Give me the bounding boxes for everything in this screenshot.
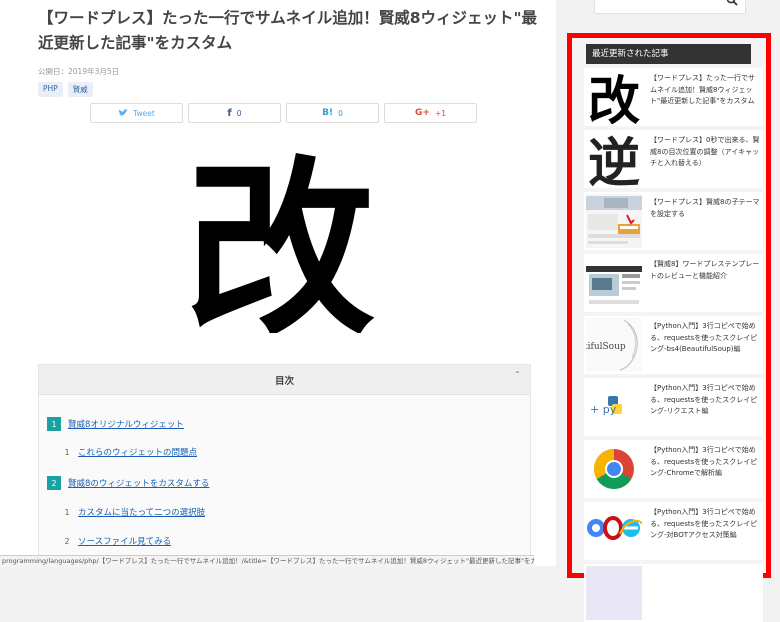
browser-status-bar: programming/languages/php/【ワードプレス】たった一行で…: [0, 555, 534, 567]
chrome-icon: [586, 442, 642, 496]
facebook-icon: f: [227, 107, 232, 119]
recent-post-item[interactable]: 改 【ワードプレス】たった一行でサムネイル追加！賢威8ウィジェット"最近更新した…: [584, 68, 763, 126]
post-thumbnail: [586, 442, 642, 496]
post-thumbnail: tifulSoup: [586, 318, 642, 372]
facebook-share-count: 0: [236, 108, 242, 118]
twitter-share-label: Tweet: [133, 108, 155, 118]
table-of-contents: 目次 ˆ 1 賢威8オリジナルウィジェット 1 これらのウィジェットの問題点 2…: [38, 364, 531, 566]
post-title-link[interactable]: 【ワードプレス】0秒で出来る、賢威8の目次位置の調整（アイキャッチと入れ替える）: [650, 135, 760, 170]
toc-item-number: 1: [64, 447, 70, 457]
tag-keni[interactable]: 賢威: [67, 82, 93, 97]
hero-image: 改: [185, 138, 375, 333]
toc-item-link[interactable]: 賢威8オリジナルウィジェット: [68, 418, 184, 430]
post-thumbnail: [586, 256, 642, 310]
hero-calligraphy-char: 改: [185, 138, 375, 333]
post-thumbnail: [586, 504, 642, 558]
beautifulsoup-thumbnail-icon: tifulSoup: [586, 318, 642, 372]
toc-item-link[interactable]: 賢威8のウィジェットをカスタムする: [68, 477, 209, 489]
thumbnail-text: tifulSoup: [586, 342, 626, 352]
recent-post-item[interactable]: tifulSoup 【Python入門】3行コピペで始める、requestsを使…: [584, 316, 763, 374]
recent-post-item[interactable]: + py 【Python入門】3行コピペで始める、requestsを使ったスクレ…: [584, 378, 763, 436]
toc-header: 目次 ˆ: [39, 365, 530, 395]
widget-title: 最近更新された記事: [586, 44, 751, 64]
toc-item-number: 2: [47, 476, 61, 490]
post-thumbnail: 改: [586, 70, 642, 124]
recent-post-item[interactable]: 【賢威8】ワードプレステンプレートのレビューと機能紹介: [584, 254, 763, 312]
recent-post-item[interactable]: 【ワードプレス】賢威8の子テーマを設定する: [584, 192, 763, 250]
post-title-link[interactable]: 【Python入門】3行コピペで始める、requestsを使ったスクレイピング-…: [650, 321, 760, 356]
post-thumbnail: [586, 194, 642, 248]
post-title-link[interactable]: 【Python入門】3行コピペで始める、requestsを使ったスクレイピング-…: [650, 445, 760, 480]
search-icon: [726, 0, 738, 6]
thumbnail-char: 改: [588, 71, 640, 124]
google-plus-share-label: +1: [434, 108, 446, 118]
post-title-link[interactable]: 【ワードプレス】賢威8の子テーマを設定する: [650, 197, 760, 220]
toc-subitem: 2 ソースファイル見てみる: [63, 535, 171, 548]
thumbnail-char: 逆: [588, 133, 640, 186]
main-content: 【ワードプレス】たった一行でサムネイル追加！賢威8ウィジェット"最近更新した記事…: [0, 0, 556, 566]
toc-item-link[interactable]: ソースファイル見てみる: [78, 535, 171, 547]
toc-subitem: 1 カスタムに当たって二つの選択肢: [63, 506, 205, 519]
google-plus-share-button[interactable]: G+ +1: [384, 103, 477, 123]
toc-item-number: 1: [64, 507, 70, 517]
screenshot-thumbnail-icon: [586, 256, 642, 310]
post-title-link[interactable]: 【ワードプレス】たった一行でサムネイル追加！賢威8ウィジェット"最近更新した記事…: [650, 73, 760, 108]
toc-item-number: 2: [64, 536, 70, 546]
python-thumbnail-icon: + py: [586, 380, 642, 434]
recent-post-item-partial[interactable]: [584, 564, 763, 622]
browser-logos-icon: [586, 504, 642, 558]
toc-item: 2 賢威8のウィジェットをカスタムする: [47, 476, 209, 490]
toc-title: 目次: [274, 375, 294, 387]
toc-subitem: 1 これらのウィジェットの問題点: [63, 446, 197, 459]
recent-posts-widget: 最近更新された記事 改 【ワードプレス】たった一行でサムネイル追加！賢威8ウィジ…: [567, 33, 771, 622]
search-input[interactable]: [594, 0, 746, 14]
toc-item-link[interactable]: カスタムに当たって二つの選択肢: [78, 506, 205, 518]
toc-collapse-toggle[interactable]: ˆ: [515, 371, 520, 382]
hatena-share-button[interactable]: B! 0: [286, 103, 379, 123]
toc-item: 1 賢威8オリジナルウィジェット: [47, 417, 184, 431]
screenshot-thumbnail-icon: [586, 194, 642, 248]
post-thumbnail: [586, 566, 642, 620]
recent-post-item[interactable]: 【Python入門】3行コピペで始める、requestsを使ったスクレイピング-…: [584, 502, 763, 560]
search-button[interactable]: [726, 0, 738, 9]
publish-date: 公開日：2019年3月5日: [38, 67, 120, 76]
tag-php[interactable]: PHP: [38, 82, 63, 97]
thumbnail-text: + py: [590, 403, 617, 416]
recent-post-item[interactable]: 【Python入門】3行コピペで始める、requestsを使ったスクレイピング-…: [584, 440, 763, 498]
hatena-share-count: 0: [338, 108, 343, 118]
tag-list: PHP 賢威: [38, 82, 93, 97]
toc-item-link[interactable]: これらのウィジェットの問題点: [78, 446, 197, 458]
toc-item-number: 1: [47, 417, 61, 431]
page-title: 【ワードプレス】たった一行でサムネイル追加！賢威8ウィジェット"最近更新した記事…: [38, 9, 538, 52]
post-title-link[interactable]: 【Python入門】3行コピペで始める、requestsを使ったスクレイピング-…: [650, 507, 760, 542]
facebook-share-button[interactable]: f 0: [188, 103, 281, 123]
post-title-link[interactable]: 【賢威8】ワードプレステンプレートのレビューと機能紹介: [650, 259, 760, 282]
post-thumbnail: 逆: [586, 132, 642, 186]
google-plus-icon: G+: [415, 108, 430, 118]
twitter-icon: [118, 109, 128, 116]
post-title-link[interactable]: 【Python入門】3行コピペで始める、requestsを使ったスクレイピング-…: [650, 383, 760, 418]
post-thumbnail: + py: [586, 380, 642, 434]
recent-post-item[interactable]: 逆 【ワードプレス】0秒で出来る、賢威8の目次位置の調整（アイキャッチと入れ替え…: [584, 130, 763, 188]
twitter-share-button[interactable]: Tweet: [90, 103, 183, 123]
hatena-bookmark-icon: B!: [322, 108, 334, 118]
